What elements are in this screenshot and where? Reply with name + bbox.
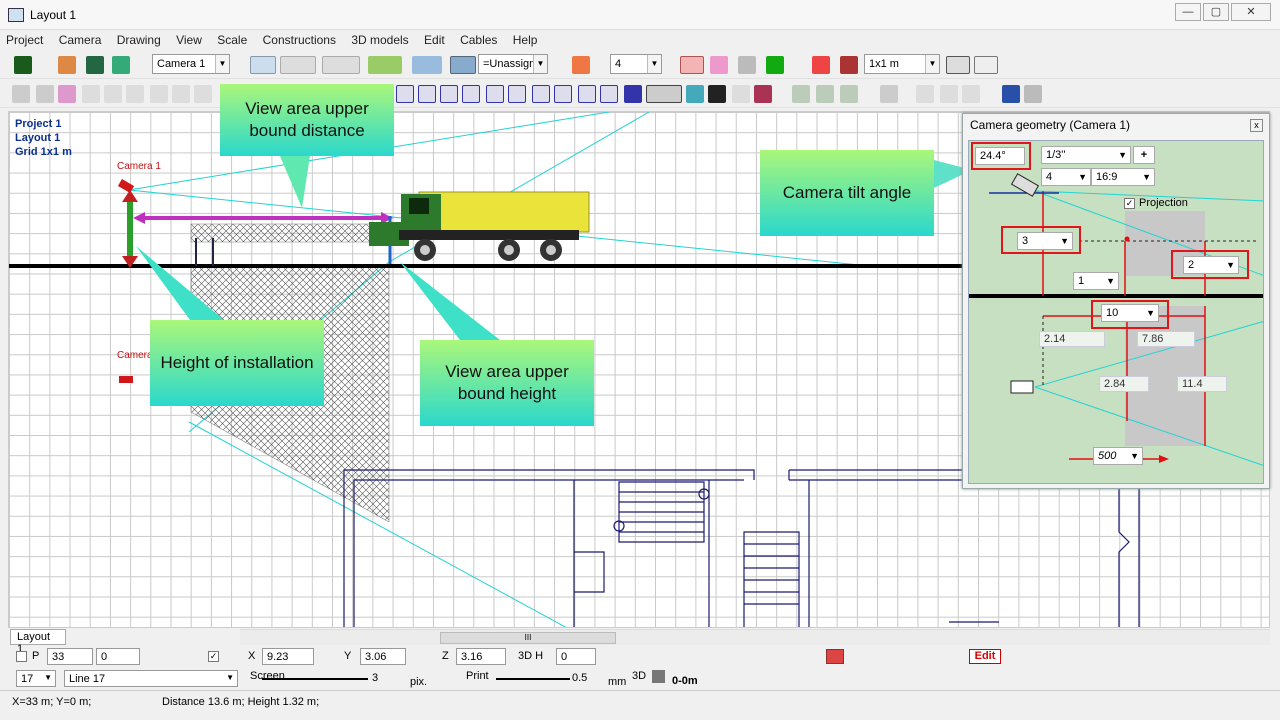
screen-line-sample [262,678,368,680]
print-value: 0.5 [572,672,588,684]
add-button[interactable]: + [1133,146,1155,164]
line-number-select[interactable]: 17 ▼ [16,670,56,687]
lock-checkbox[interactable]: ✓ [208,651,219,662]
distance-highlight [1091,300,1169,329]
tilt-angle-highlight [971,142,1031,170]
panel-close-button[interactable]: x [1250,119,1263,132]
3d-height-label: 3D H [518,650,544,662]
focal-select[interactable]: 4 ▼ [1041,168,1091,186]
status-coordinates: X=33 m; Y=0 m; [12,696,92,708]
mm-label: mm [608,676,627,688]
3d-view-icon[interactable] [826,649,844,664]
y-coordinate-field[interactable]: 3.06 [360,648,406,665]
print-label: Print [466,670,489,682]
x-coordinate-field[interactable]: 9.23 [262,648,314,665]
print-line-sample [496,678,570,680]
projection-check-icon[interactable]: ✓ [1124,197,1135,209]
edit-button[interactable]: Edit [969,649,1001,664]
resolution-select[interactable]: 500 ▼ [1093,447,1143,465]
p-label: P [32,650,40,662]
status-info: Distance 13.6 m; Height 1.32 m; [162,696,320,708]
far-width-value: 11.4 [1177,376,1227,392]
lower-height-select[interactable]: 1 ▼ [1073,272,1119,290]
near-distance-value: 2.14 [1039,331,1105,347]
scroll-thumb[interactable]: III [440,632,616,644]
y-label: Y [344,650,352,662]
install-height-highlight [1001,226,1081,254]
status-bar: X=33 m; Y=0 m; Distance 13.6 m; Height 1… [0,690,1280,712]
z-coordinate-field[interactable]: 3.16 [456,648,506,665]
far-distance-value: 7.86 [1137,331,1195,347]
sensor-select[interactable]: 1/3'' ▼ [1041,146,1131,164]
line-name-select[interactable]: Line 17 ▼ [64,670,238,687]
upper-height-highlight [1171,250,1249,279]
aspect-select[interactable]: 16:9 ▼ [1091,168,1155,186]
camera-geometry-panel: Camera geometry (Camera 1) x ✓ Projectio… [962,113,1270,489]
projection-checkbox[interactable]: ✓ Projection [1124,197,1188,209]
3d-height-field[interactable]: 0 [556,648,596,665]
3d-color-swatch[interactable] [652,670,665,683]
p-value-field[interactable]: 33 [47,648,93,665]
tab-layout-1[interactable]: Layout 1 [10,629,66,655]
3d-label: 3D [632,670,647,682]
near-width-value: 2.84 [1099,376,1149,392]
screen-label: Screen [250,670,285,682]
z-label: Z [442,650,449,662]
projection-label: Projection [1139,197,1188,209]
pix-label: pix. [410,676,428,688]
p-value2-field[interactable]: 0 [96,648,140,665]
x-label: X [248,650,256,662]
screen-value: 3 [372,672,379,684]
panel-title: Camera geometry (Camera 1) [970,118,1131,132]
horizontal-scrollbar[interactable]: III [240,629,1270,645]
p-checkbox[interactable] [16,651,27,662]
range-label: 0-0m [672,675,698,687]
